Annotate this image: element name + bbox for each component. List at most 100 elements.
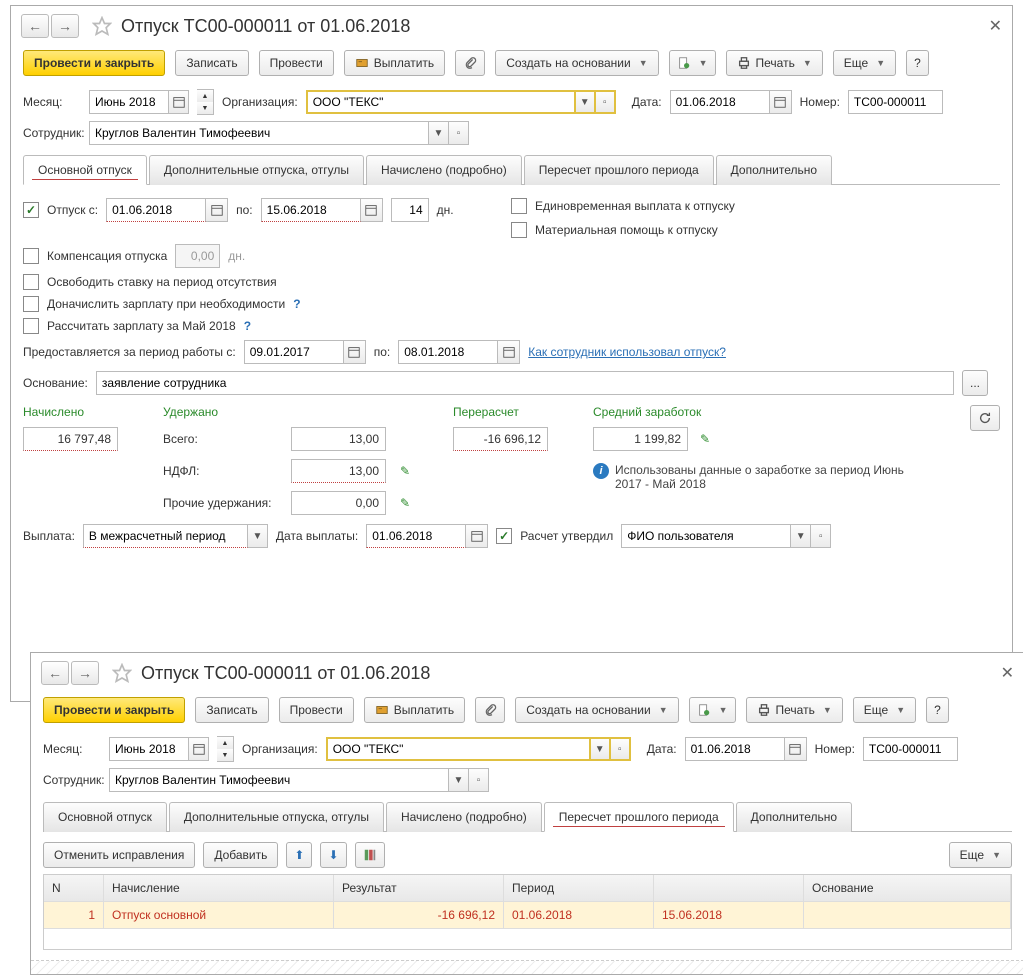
date-calendar-icon-2[interactable] bbox=[785, 737, 807, 761]
table-row[interactable]: 1 Отпуск основной -16 696,12 01.06.2018 … bbox=[44, 902, 1011, 929]
post-and-close-button-2[interactable]: Провести и закрыть bbox=[43, 697, 185, 723]
month-spinner-2[interactable]: ▲▼ bbox=[217, 736, 234, 762]
org-input[interactable] bbox=[306, 90, 576, 114]
post-button-2[interactable]: Провести bbox=[279, 697, 354, 723]
number-input-2[interactable] bbox=[863, 737, 958, 761]
calc-salary-help-icon[interactable]: ? bbox=[244, 319, 251, 333]
how-used-link[interactable]: Как сотрудник использовал отпуск? bbox=[528, 345, 726, 359]
leave-checkbox[interactable] bbox=[23, 202, 39, 218]
compensation-input[interactable] bbox=[175, 244, 220, 268]
payroll-document-button[interactable]: ▼ bbox=[669, 50, 716, 76]
date-input[interactable] bbox=[670, 90, 770, 114]
pay-button-2[interactable]: Выплатить bbox=[364, 697, 466, 723]
post-button[interactable]: Провести bbox=[259, 50, 334, 76]
leave-from-calendar-icon[interactable] bbox=[206, 198, 228, 222]
avg-earnings-edit-icon[interactable]: ✎ bbox=[700, 432, 710, 446]
compensation-checkbox[interactable] bbox=[23, 248, 39, 264]
recalc-more-button[interactable]: Еще▼ bbox=[949, 842, 1012, 868]
calc-salary-checkbox[interactable] bbox=[23, 318, 39, 334]
tab-accrued-details-2[interactable]: Начислено (подробно) bbox=[386, 802, 542, 832]
payout-field[interactable]: ▼ bbox=[83, 524, 268, 548]
tab-accrued-details[interactable]: Начислено (подробно) bbox=[366, 155, 522, 185]
payout-date-calendar-icon[interactable] bbox=[466, 524, 488, 548]
help-button-2[interactable]: ? bbox=[926, 697, 949, 723]
org-field[interactable]: ▼ ▫ bbox=[306, 90, 616, 114]
month-field[interactable] bbox=[89, 90, 189, 114]
favorite-star-icon-2[interactable] bbox=[111, 662, 133, 684]
work-period-from-calendar-icon[interactable] bbox=[344, 340, 366, 364]
move-up-button[interactable]: ⬆ bbox=[286, 842, 312, 868]
columns-settings-button[interactable] bbox=[355, 842, 385, 868]
org-dropdown-icon-2[interactable]: ▼ bbox=[591, 737, 611, 761]
month-input[interactable] bbox=[89, 90, 169, 114]
payout-date-input[interactable] bbox=[366, 524, 466, 548]
org-dropdown-icon[interactable]: ▼ bbox=[576, 90, 596, 114]
tab-additional-2[interactable]: Дополнительно bbox=[736, 802, 852, 832]
payout-input[interactable] bbox=[83, 524, 248, 548]
tab-recalculation[interactable]: Пересчет прошлого периода bbox=[524, 155, 714, 185]
date-calendar-icon[interactable] bbox=[770, 90, 792, 114]
move-down-button[interactable]: ⬇ bbox=[320, 842, 346, 868]
leave-to-input[interactable] bbox=[261, 198, 361, 222]
tab-recalculation-2[interactable]: Пересчет прошлого периода bbox=[544, 802, 734, 832]
print-button[interactable]: Печать▼ bbox=[726, 50, 823, 76]
approved-checkbox[interactable] bbox=[496, 528, 512, 544]
attach-button[interactable] bbox=[455, 50, 485, 76]
employee-dropdown-icon-2[interactable]: ▼ bbox=[449, 768, 469, 792]
pay-button[interactable]: Выплатить bbox=[344, 50, 446, 76]
tab-additional-leave[interactable]: Дополнительные отпуска, отгулы bbox=[149, 155, 364, 185]
tab-main-leave[interactable]: Основной отпуск bbox=[23, 155, 147, 185]
post-and-close-button[interactable]: Провести и закрыть bbox=[23, 50, 165, 76]
month-field-2[interactable] bbox=[109, 737, 209, 761]
number-input[interactable] bbox=[848, 90, 943, 114]
employee-open-icon-2[interactable]: ▫ bbox=[469, 768, 489, 792]
add-salary-help-icon[interactable]: ? bbox=[293, 297, 300, 311]
lump-sum-checkbox[interactable] bbox=[511, 198, 527, 214]
reason-ellipsis-button[interactable]: ... bbox=[962, 370, 988, 396]
nav-forward-button[interactable]: → bbox=[51, 14, 79, 38]
nav-forward-button-2[interactable]: → bbox=[71, 661, 99, 685]
days-input[interactable] bbox=[391, 198, 429, 222]
help-button[interactable]: ? bbox=[906, 50, 929, 76]
month-calendar-icon-2[interactable] bbox=[189, 737, 209, 761]
payout-dropdown-icon[interactable]: ▼ bbox=[248, 524, 268, 548]
employee-dropdown-icon[interactable]: ▼ bbox=[429, 121, 449, 145]
employee-field[interactable]: ▼ ▫ bbox=[89, 121, 469, 145]
free-rate-checkbox[interactable] bbox=[23, 274, 39, 290]
approved-by-open-icon[interactable]: ▫ bbox=[811, 524, 831, 548]
other-withholdings-edit-icon[interactable]: ✎ bbox=[400, 496, 410, 510]
employee-field-2[interactable]: ▼ ▫ bbox=[109, 768, 489, 792]
print-button-2[interactable]: Печать▼ bbox=[746, 697, 843, 723]
tab-additional-leave-2[interactable]: Дополнительные отпуска, отгулы bbox=[169, 802, 384, 832]
ndfl-edit-icon[interactable]: ✎ bbox=[400, 464, 410, 478]
employee-input[interactable] bbox=[89, 121, 429, 145]
cancel-corrections-button[interactable]: Отменить исправления bbox=[43, 842, 195, 868]
add-salary-checkbox[interactable] bbox=[23, 296, 39, 312]
material-help-checkbox[interactable] bbox=[511, 222, 527, 238]
reason-input[interactable] bbox=[96, 371, 954, 395]
save-button-2[interactable]: Записать bbox=[195, 697, 268, 723]
nav-back-button[interactable]: ← bbox=[21, 14, 49, 38]
add-row-button[interactable]: Добавить bbox=[203, 842, 278, 868]
attach-button-2[interactable] bbox=[475, 697, 505, 723]
more-button[interactable]: Еще▼ bbox=[833, 50, 896, 76]
work-period-from-input[interactable] bbox=[244, 340, 344, 364]
create-based-on-button-2[interactable]: Создать на основании▼ bbox=[515, 697, 678, 723]
month-spinner[interactable]: ▲▼ bbox=[197, 89, 214, 115]
favorite-star-icon[interactable] bbox=[91, 15, 113, 37]
work-period-to-input[interactable] bbox=[398, 340, 498, 364]
org-open-icon[interactable]: ▫ bbox=[596, 90, 616, 114]
approved-by-input[interactable] bbox=[621, 524, 791, 548]
approved-by-dropdown-icon[interactable]: ▼ bbox=[791, 524, 811, 548]
tab-additional[interactable]: Дополнительно bbox=[716, 155, 832, 185]
employee-open-icon[interactable]: ▫ bbox=[449, 121, 469, 145]
nav-back-button-2[interactable]: ← bbox=[41, 661, 69, 685]
close-icon-2[interactable]: ✕ bbox=[1001, 663, 1014, 683]
more-button-2[interactable]: Еще▼ bbox=[853, 697, 916, 723]
work-period-to-calendar-icon[interactable] bbox=[498, 340, 520, 364]
leave-to-calendar-icon[interactable] bbox=[361, 198, 383, 222]
org-open-icon-2[interactable]: ▫ bbox=[611, 737, 631, 761]
leave-from-input[interactable] bbox=[106, 198, 206, 222]
approved-by-field[interactable]: ▼ ▫ bbox=[621, 524, 831, 548]
save-button[interactable]: Записать bbox=[175, 50, 248, 76]
